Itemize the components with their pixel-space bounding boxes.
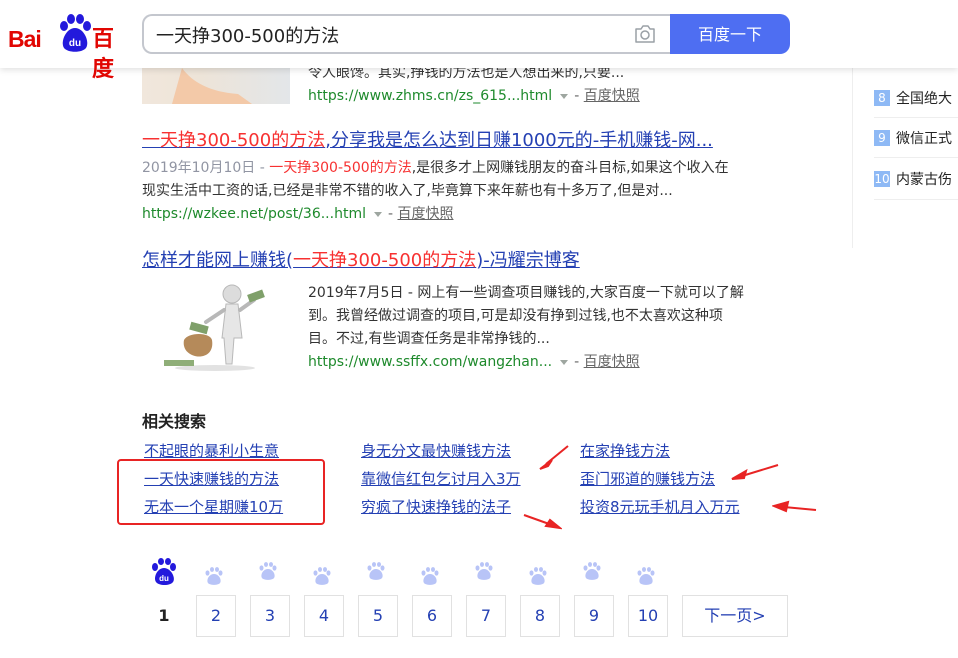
related-link[interactable]: 歪门邪道的赚钱方法 <box>580 469 715 489</box>
result3-thumbnail[interactable] <box>160 280 270 372</box>
dropdown-triangle-icon[interactable] <box>373 211 382 217</box>
related-link[interactable]: 不起眼的暴利小生意 <box>144 441 279 461</box>
search-button[interactable]: 百度一下 <box>670 14 790 54</box>
result3-abstract: 2019年7月5日 - 网上有一些调查项目赚钱的,大家百度一下就可以了解 到。我… <box>308 285 744 347</box>
related-link[interactable]: 在家挣钱方法 <box>580 441 670 461</box>
related-searches-title: 相关搜索 <box>142 412 207 431</box>
result2-snapshot-link[interactable]: 百度快照 <box>397 206 453 222</box>
page-number-button[interactable]: 3 <box>250 595 290 637</box>
search-header: Bai du 百度 百度一下 <box>0 0 958 81</box>
baidu-paw-icon: du <box>60 14 91 52</box>
hot-list-item[interactable]: 8 全国绝大 <box>874 88 958 118</box>
logo-text-baidu-cn: 百度 <box>92 26 114 81</box>
result2-abstract: 2019年10月10日 - 一天挣300-500的方法,是很多才上网赚钱朋友的奋… <box>142 160 729 199</box>
paw-icon <box>583 562 601 580</box>
page-number-button[interactable]: 2 <box>196 595 236 637</box>
page-number-button[interactable]: 5 <box>358 595 398 637</box>
paw-current-icon: du <box>152 558 176 585</box>
related-link[interactable]: 靠微信红包乞讨月入3万 <box>361 469 521 489</box>
page-number-button[interactable]: 10 <box>628 595 668 637</box>
page-number-button[interactable]: 9 <box>574 595 614 637</box>
result1-url-line: https://www.zhms.cn/zs_615...html - 百度快照 <box>308 88 640 104</box>
result1-url[interactable]: https://www.zhms.cn/zs_615...html <box>308 88 552 104</box>
page-number-button[interactable]: 8 <box>520 595 560 637</box>
logo-text-bai: Bai <box>8 26 42 52</box>
hot-list-divider <box>874 157 958 158</box>
page-current: 1 <box>158 606 170 625</box>
annotation-arrow-icon <box>772 500 817 513</box>
related-link[interactable]: 投资8元玩手机月入万元 <box>580 497 740 517</box>
result3-body: 2019年7月5日 - 网上有一些调查项目赚钱的,大家百度一下就可以了解 到。我… <box>308 282 792 374</box>
dropdown-triangle-icon[interactable] <box>560 359 569 365</box>
hot-list-divider <box>874 199 958 200</box>
annotation-arrow-icon <box>731 464 779 480</box>
baidu-logo[interactable]: Bai du 百度 <box>8 14 132 81</box>
search-input[interactable] <box>154 16 628 54</box>
result2-url-line: https://wzkee.net/post/36...html - 百度快照 <box>142 206 454 222</box>
annotation-red-box <box>117 459 325 525</box>
hand-image-icon <box>172 68 252 104</box>
hot-list-divider <box>874 117 958 118</box>
result1: 令人眼馋。其实,挣钱的方法也是人想出来的,只要... https://www.z… <box>308 62 788 108</box>
paw-icon <box>205 567 223 585</box>
page-number-button[interactable]: 7 <box>466 595 506 637</box>
dropdown-triangle-icon[interactable] <box>560 93 569 99</box>
result3: 怎样才能网上赚钱(一天挣300-500的方法)-冯耀宗博客 <box>142 248 792 274</box>
result3-title-link[interactable]: 怎样才能网上赚钱(一天挣300-500的方法)-冯耀宗博客 <box>142 248 792 274</box>
next-page-button[interactable]: 下一页> <box>682 595 788 637</box>
camera-icon[interactable] <box>634 25 656 43</box>
result3-url[interactable]: https://www.ssffx.com/wangzhan... <box>308 354 552 370</box>
page-number-button[interactable]: 4 <box>304 595 344 637</box>
paw-icon <box>259 562 277 580</box>
paw-du-text: du <box>69 38 81 49</box>
svg-text:du: du <box>159 574 169 583</box>
result2-url[interactable]: https://wzkee.net/post/36...html <box>142 206 366 222</box>
related-link[interactable]: 穷疯了快速挣钱的法子 <box>361 497 511 517</box>
result1-thumbnail[interactable] <box>142 68 290 104</box>
paw-icon <box>475 562 493 580</box>
paw-icon <box>313 567 331 585</box>
paw-icon <box>529 567 547 585</box>
paw-icon <box>637 567 655 585</box>
result1-snapshot-link[interactable]: 百度快照 <box>584 88 640 104</box>
paw-icon <box>421 567 439 585</box>
annotation-arrow-icon <box>539 445 569 470</box>
search-box <box>142 14 670 54</box>
man-with-money-image-icon <box>164 284 265 371</box>
hot-list-item[interactable]: 10 内蒙古伤 <box>874 169 958 199</box>
result3-url-line: https://www.ssffx.com/wangzhan... - 百度快照 <box>308 354 640 370</box>
result2-title-link[interactable]: 一天挣300-500的方法,分享我是怎么达到日赚1000元的-手机赚钱-网... <box>142 128 792 154</box>
hot-list-item[interactable]: 9 微信正式 <box>874 128 958 158</box>
result3-snapshot-link[interactable]: 百度快照 <box>584 354 640 370</box>
paw-icon <box>367 562 385 580</box>
related-link[interactable]: 身无分文最快赚钱方法 <box>361 441 511 461</box>
page-number-button[interactable]: 6 <box>412 595 452 637</box>
annotation-arrow-icon <box>523 514 562 530</box>
result2: 一天挣300-500的方法,分享我是怎么达到日赚1000元的-手机赚钱-网...… <box>142 128 792 226</box>
right-panel-divider <box>852 68 853 248</box>
